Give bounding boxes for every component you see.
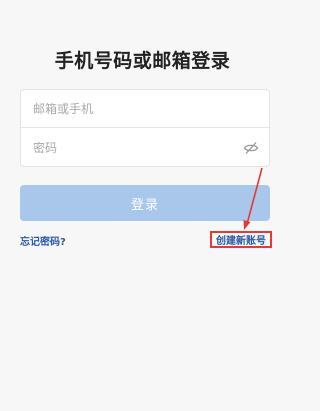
login-screen: 手机号码或邮箱登录 登录 忘记密码? 创建新账号 (0, 0, 285, 411)
password-input[interactable] (33, 138, 233, 158)
eye-off-icon[interactable] (243, 140, 259, 156)
forgot-password-link[interactable]: 忘记密码? (20, 233, 66, 248)
create-account-link[interactable]: 创建新账号 (210, 231, 272, 248)
password-field-row (21, 129, 269, 167)
login-form (20, 89, 270, 167)
login-button[interactable]: 登录 (20, 185, 270, 221)
account-field-row (21, 90, 269, 128)
account-input[interactable] (33, 99, 233, 119)
page-title: 手机号码或邮箱登录 (54, 50, 231, 72)
